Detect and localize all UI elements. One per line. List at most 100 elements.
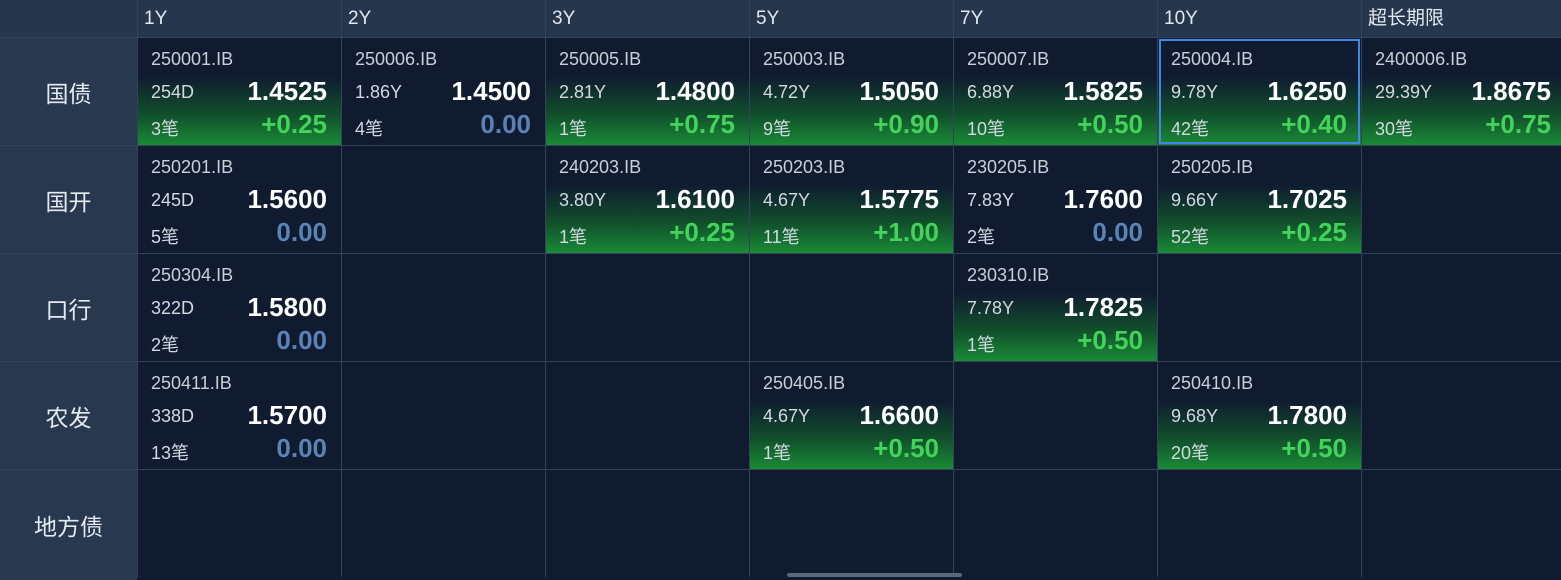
- remaining-term: 9.78Y: [1171, 82, 1219, 102]
- trade-count: 10笔: [967, 119, 1006, 139]
- yield-change: 0.00: [480, 109, 531, 139]
- quote-cell[interactable]: 250005.IB 2.81Y 1.4800 1笔 +0.75: [546, 38, 749, 145]
- bond-code: 250001.IB: [151, 49, 234, 69]
- horizontal-scrollbar[interactable]: [787, 573, 962, 577]
- yield-value: 1.5825: [1063, 76, 1143, 106]
- trade-count: 20笔: [1171, 443, 1210, 463]
- quote-cell[interactable]: 2400006.IB 29.39Y 1.8675 30笔 +0.75: [1362, 38, 1561, 145]
- yield-value: 1.8675: [1471, 76, 1551, 106]
- remaining-term: 29.39Y: [1375, 82, 1433, 102]
- column-header-6[interactable]: 超长期限: [1362, 0, 1561, 37]
- trade-count: 2笔: [967, 227, 996, 247]
- yield-value: 1.4800: [655, 76, 735, 106]
- remaining-term: 322D: [151, 298, 195, 318]
- quote-cell[interactable]: 250001.IB 254D 1.4525 3笔 +0.25: [138, 38, 341, 145]
- bond-code: 250205.IB: [1171, 157, 1254, 177]
- trade-count: 13笔: [151, 443, 190, 463]
- column-header-2[interactable]: 3Y: [546, 0, 749, 37]
- yield-value: 1.5600: [247, 184, 327, 214]
- remaining-term: 6.88Y: [967, 82, 1015, 102]
- row-header-2[interactable]: 口行: [0, 254, 137, 361]
- bond-code: 250201.IB: [151, 157, 234, 177]
- remaining-term: 3.80Y: [559, 190, 607, 210]
- yield-change: +0.25: [261, 109, 327, 139]
- row-header-1[interactable]: 国开: [0, 146, 137, 253]
- column-header-4[interactable]: 7Y: [954, 0, 1157, 37]
- yield-change: +0.40: [1281, 109, 1347, 139]
- trade-count: 4笔: [355, 119, 384, 139]
- yield-value: 1.7600: [1063, 184, 1143, 214]
- column-header-5[interactable]: 10Y: [1158, 0, 1361, 37]
- yield-change: +0.50: [873, 433, 939, 463]
- quote-cell[interactable]: 230205.IB 7.83Y 1.7600 2笔 0.00: [954, 146, 1157, 253]
- remaining-term: 4.67Y: [763, 406, 811, 426]
- bond-code: 230310.IB: [967, 265, 1050, 285]
- yield-change: 0.00: [276, 433, 327, 463]
- yield-change: 0.00: [276, 325, 327, 355]
- quote-cell[interactable]: 250201.IB 245D 1.5600 5笔 0.00: [138, 146, 341, 253]
- remaining-term: 4.72Y: [763, 82, 811, 102]
- empty-cell: [1362, 146, 1561, 253]
- quote-cell[interactable]: 250203.IB 4.67Y 1.5775 11笔 +1.00: [750, 146, 953, 253]
- yield-value: 1.4500: [451, 76, 531, 106]
- trade-count: 11笔: [763, 227, 800, 247]
- quote-cell[interactable]: 240203.IB 3.80Y 1.6100 1笔 +0.25: [546, 146, 749, 253]
- empty-cell: [1158, 470, 1361, 580]
- trade-count: 1笔: [559, 227, 588, 247]
- quote-cell[interactable]: 250410.IB 9.68Y 1.7800 20笔 +0.50: [1158, 362, 1361, 469]
- yield-value: 1.5700: [247, 400, 327, 430]
- bond-code: 2400006.IB: [1375, 49, 1468, 69]
- bond-quote-matrix: 1Y 2Y 3Y 5Y 7Y 10Y 超长期限 国债 250001.IB 254D 1.4525 3笔…: [0, 0, 1561, 580]
- yield-change: +0.75: [669, 109, 735, 139]
- yield-value: 1.5775: [859, 184, 939, 214]
- row-header-0[interactable]: 国债: [0, 38, 137, 145]
- remaining-term: 1.86Y: [355, 82, 403, 102]
- quote-cell[interactable]: 250411.IB 338D 1.5700 13笔 0.00: [138, 362, 341, 469]
- yield-value: 1.4525: [247, 76, 327, 106]
- remaining-term: 2.81Y: [559, 82, 607, 102]
- corner-header: [0, 0, 137, 37]
- yield-change: +0.50: [1077, 109, 1143, 139]
- empty-cell: [546, 254, 749, 361]
- column-header-0[interactable]: 1Y: [138, 0, 341, 37]
- trade-count: 30笔: [1375, 119, 1414, 139]
- yield-value: 1.6100: [655, 184, 735, 214]
- bond-code: 240203.IB: [559, 157, 642, 177]
- yield-value: 1.7800: [1267, 400, 1347, 430]
- trade-count: 1笔: [967, 335, 996, 355]
- empty-cell: [750, 254, 953, 361]
- quote-cell[interactable]: 250205.IB 9.66Y 1.7025 52笔 +0.25: [1158, 146, 1361, 253]
- yield-change: +0.90: [873, 109, 939, 139]
- quote-cell[interactable]: 250007.IB 6.88Y 1.5825 10笔 +0.50: [954, 38, 1157, 145]
- empty-cell: [138, 470, 341, 580]
- bond-code: 230205.IB: [967, 157, 1050, 177]
- trade-count: 9笔: [763, 119, 792, 139]
- quote-cell[interactable]: 250304.IB 322D 1.5800 2笔 0.00: [138, 254, 341, 361]
- bond-code: 250405.IB: [763, 373, 846, 393]
- yield-value: 1.6250: [1267, 76, 1347, 106]
- remaining-term: 254D: [151, 82, 195, 102]
- yield-change: +0.50: [1281, 433, 1347, 463]
- column-header-3[interactable]: 5Y: [750, 0, 953, 37]
- remaining-term: 245D: [151, 190, 195, 210]
- bond-code: 250003.IB: [763, 49, 846, 69]
- trade-count: 1笔: [559, 119, 588, 139]
- row-header-4[interactable]: 地方债: [0, 470, 137, 580]
- empty-cell: [342, 254, 545, 361]
- row-header-3[interactable]: 农发: [0, 362, 137, 469]
- empty-cell: [546, 470, 749, 580]
- empty-cell: [1158, 254, 1361, 361]
- quote-cell[interactable]: 250405.IB 4.67Y 1.6600 1笔 +0.50: [750, 362, 953, 469]
- remaining-term: 9.68Y: [1171, 406, 1219, 426]
- bond-code: 250411.IB: [151, 373, 232, 393]
- column-header-1[interactable]: 2Y: [342, 0, 545, 37]
- remaining-term: 7.78Y: [967, 298, 1015, 318]
- quote-cell[interactable]: 250003.IB 4.72Y 1.5050 9笔 +0.90: [750, 38, 953, 145]
- quote-cell[interactable]: 250006.IB 1.86Y 1.4500 4笔 0.00: [342, 38, 545, 145]
- quote-cell[interactable]: 230310.IB 7.78Y 1.7825 1笔 +0.50: [954, 254, 1157, 361]
- yield-value: 1.5050: [859, 76, 939, 106]
- yield-change: 0.00: [1092, 217, 1143, 247]
- quote-cell[interactable]: 250004.IB 9.78Y 1.6250 42笔 +0.40: [1158, 38, 1361, 145]
- trade-count: 42笔: [1171, 119, 1210, 139]
- remaining-term: 9.66Y: [1171, 190, 1219, 210]
